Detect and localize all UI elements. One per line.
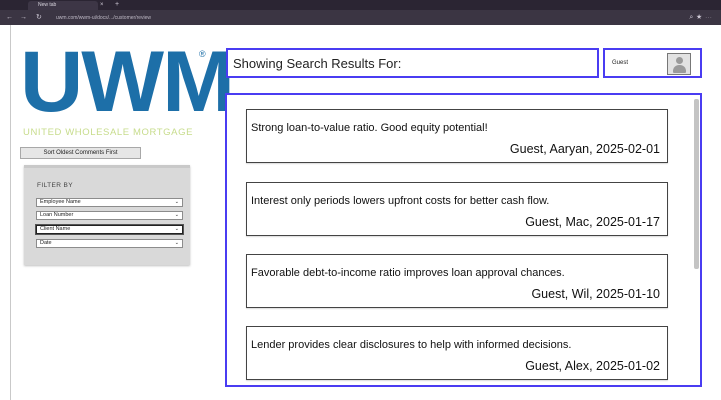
- avatar-head: [676, 57, 683, 64]
- registered-mark: ®: [199, 49, 206, 59]
- uwm-logo: UWM: [20, 39, 235, 125]
- url-field[interactable]: uwm.com/wwm-ui/docs/.../customer/review: [56, 13, 656, 23]
- filter-date-select[interactable]: Date ⌄: [36, 239, 183, 248]
- search-results-header: Showing Search Results For:: [226, 48, 599, 78]
- filter-client-name-select[interactable]: Client Name ⌄: [35, 224, 184, 235]
- filter-title: FILTER BY: [37, 182, 73, 189]
- browser-address-bar: ← → ↻ uwm.com/wwm-ui/docs/.../customer/r…: [0, 10, 721, 25]
- results-panel: Strong loan-to-value ratio. Good equity …: [225, 93, 702, 387]
- avatar-icon[interactable]: [667, 53, 691, 75]
- select-label: Employee Name: [40, 199, 81, 205]
- filter-panel: FILTER BY Employee Name ⌄ Loan Number ⌄ Cl…: [24, 165, 190, 265]
- select-label: Loan Number: [40, 212, 74, 218]
- page-left-divider: [10, 25, 11, 400]
- avatar-body: [673, 65, 686, 73]
- comment-meta: Guest, Wil, 2025-01-10: [531, 287, 660, 301]
- comment-text: Lender provides clear disclosures to hel…: [251, 339, 572, 351]
- forward-icon[interactable]: →: [20, 12, 27, 23]
- back-icon[interactable]: ←: [6, 12, 13, 23]
- comment-meta: Guest, Alex, 2025-01-02: [525, 359, 660, 373]
- chevron-down-icon: ⌄: [174, 212, 179, 218]
- sort-oldest-button[interactable]: Sort Oldest Comments First: [20, 147, 141, 159]
- close-tab-icon[interactable]: ×: [100, 1, 104, 9]
- filter-employee-name-select[interactable]: Employee Name ⌄: [36, 198, 183, 207]
- comment-meta: Guest, Mac, 2025-01-17: [525, 215, 660, 229]
- new-tab-icon[interactable]: +: [115, 0, 119, 9]
- user-box[interactable]: Guest: [603, 48, 702, 78]
- filter-loan-number-select[interactable]: Loan Number ⌄: [36, 211, 183, 220]
- browser-tab[interactable]: New tab: [28, 1, 98, 10]
- select-label: Date: [40, 240, 52, 246]
- select-label: Client Name: [40, 226, 71, 232]
- result-card[interactable]: Lender provides clear disclosures to hel…: [246, 326, 668, 380]
- result-card[interactable]: Interest only periods lowers upfront cos…: [246, 182, 668, 236]
- tab-title: New tab: [38, 2, 57, 8]
- reload-icon[interactable]: ↻: [36, 12, 42, 23]
- chevron-down-icon: ⌄: [174, 240, 179, 246]
- comment-text: Strong loan-to-value ratio. Good equity …: [251, 122, 488, 134]
- comment-text: Favorable debt-to-income ratio improves …: [251, 267, 565, 279]
- result-card[interactable]: Strong loan-to-value ratio. Good equity …: [246, 109, 668, 163]
- browser-tab-bar: New tab × +: [0, 0, 721, 10]
- comment-text: Interest only periods lowers upfront cos…: [251, 195, 550, 207]
- chevron-down-icon: ⌄: [174, 226, 179, 232]
- comment-meta: Guest, Aaryan, 2025-02-01: [509, 142, 660, 156]
- logo-tagline: UNITED WHOLESALE MORTGAGE: [23, 127, 194, 138]
- chevron-down-icon: ⌄: [174, 199, 179, 205]
- logo-text: UWM: [20, 34, 235, 130]
- browser-menu-icons[interactable]: ⌕★⋯: [689, 12, 715, 23]
- results-scrollbar[interactable]: [694, 99, 699, 269]
- page-title: Showing Search Results For:: [233, 56, 402, 71]
- result-card[interactable]: Favorable debt-to-income ratio improves …: [246, 254, 668, 308]
- user-name: Guest: [612, 60, 629, 66]
